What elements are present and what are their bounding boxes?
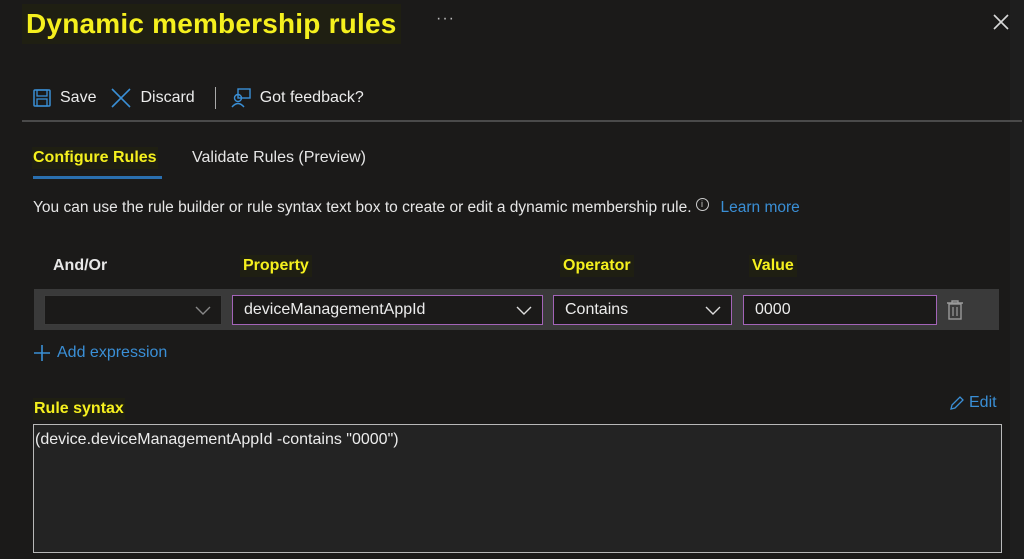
learn-more-link[interactable]: Learn more [721,199,800,217]
discard-icon [111,88,132,108]
tab-configure-rules[interactable]: Configure Rules [32,147,158,169]
column-header-value: Value [749,255,797,277]
column-header-and-or: And/Or [53,257,108,274]
feedback-label: Got feedback? [259,89,364,106]
toolbar-separator [214,87,216,109]
active-tab-indicator [33,176,162,179]
save-label: Save [60,89,97,106]
column-header-property: Property [240,255,312,277]
delete-row-button[interactable] [946,299,964,321]
page-title: Dynamic membership rules [22,4,401,44]
trash-icon [947,300,963,320]
save-icon [33,89,51,107]
description-text: You can use the rule builder or rule syn… [33,199,692,216]
discard-button[interactable]: Discard [110,87,195,109]
discard-label: Discard [140,89,195,106]
and-or-dropdown[interactable] [44,295,222,325]
add-expression-button[interactable]: Add expression [33,344,167,362]
column-header-operator: Operator [560,255,634,277]
close-icon [993,14,1009,30]
feedback-icon [231,88,251,108]
close-button[interactable] [990,11,1012,33]
edit-rule-syntax-button[interactable]: Edit [949,394,997,412]
chevron-down-icon [516,306,532,315]
rule-syntax-label: Rule syntax [33,398,125,420]
feedback-button[interactable]: Got feedback? [230,87,364,109]
add-expression-label: Add expression [57,344,168,361]
command-bar: Save Discard Got feedback? [32,84,378,112]
operator-dropdown[interactable]: Contains [553,295,732,325]
rule-syntax-textbox[interactable]: (device.deviceManagementAppId -contains … [33,424,1002,553]
tab-validate-rules[interactable]: Validate Rules (Preview) [192,147,366,169]
panel-edge [1010,0,1024,559]
edit-label: Edit [969,394,997,411]
property-value: deviceManagementAppId [244,301,426,318]
description: You can use the rule builder or rule syn… [33,197,800,217]
toolbar-divider [22,120,1022,122]
more-options-button[interactable]: ··· [436,10,455,28]
chevron-down-icon [705,306,721,315]
info-icon[interactable]: i [695,197,709,211]
plus-icon [34,345,50,361]
value-text: 0000 [755,301,791,318]
save-button[interactable]: Save [32,88,96,108]
property-dropdown[interactable]: deviceManagementAppId [232,295,543,325]
chevron-down-icon [195,306,211,315]
value-input[interactable]: 0000 [743,295,937,325]
operator-value: Contains [565,301,629,318]
pencil-icon [950,396,964,410]
